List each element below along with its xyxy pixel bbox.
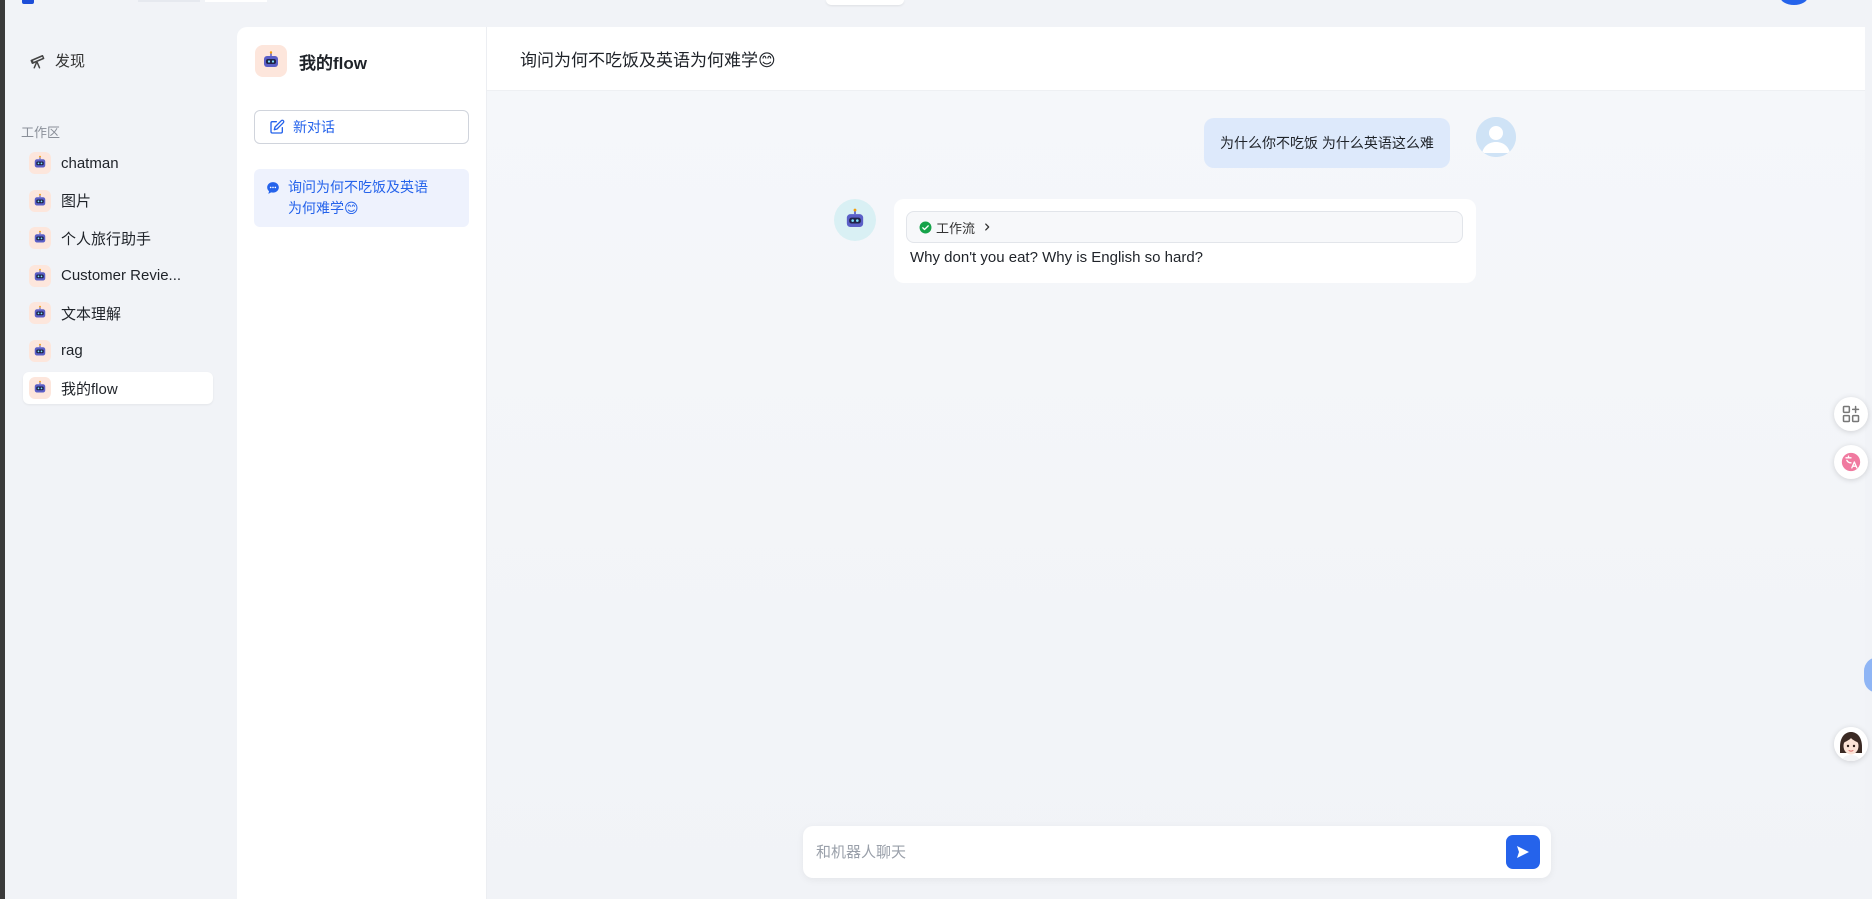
user-message-text: 为什么你不吃饭 为什么英语这么难 [1220,135,1434,151]
translate-button[interactable] [1834,445,1868,479]
top-nav-tab[interactable] [205,0,267,2]
robot-icon [29,152,51,174]
workflow-status-toggle[interactable]: 工作流 [906,211,1463,243]
chat-title: 询问为何不吃饭及英语为何难学😊 [487,27,1865,91]
chat-main: 询问为何不吃饭及英语为何难学😊 为什么你不吃饭 为什么英语这么难 工作流 Why… [487,27,1865,899]
translate-icon [1841,452,1861,472]
app-item-text-understanding[interactable]: 文本理解 [23,297,213,329]
app-list: chatman 图片 个人旅行助手 Customer Revie... 文本理解… [23,147,213,410]
send-button[interactable] [1506,835,1540,869]
float-side-handle[interactable] [1864,657,1872,693]
discover-nav-item[interactable]: 发现 [29,50,85,71]
robot-icon [29,339,51,362]
app-item-travel-assistant[interactable]: 个人旅行助手 [23,222,213,254]
app-label: rag [61,342,83,359]
chat-input[interactable] [816,839,1496,865]
app-label: 个人旅行助手 [61,230,152,248]
workspace-section-label: 工作区 [21,125,61,140]
app-grid-button[interactable] [1834,397,1868,431]
conversation-item[interactable]: 询问为何不吃饭及英语为何难学😊 [254,169,469,227]
app-item-rag[interactable]: rag [23,335,213,367]
sidebar: 发现 工作区 chatman 图片 个人旅行助手 Customer Revie.… [5,18,230,899]
chevron-right-icon [985,223,990,231]
app-label: 文本理解 [61,305,122,323]
chat-input-box [803,826,1551,878]
robot-icon [29,377,51,399]
robot-icon [29,189,51,212]
robot-icon [846,208,864,227]
robot-icon [29,302,51,324]
assistant-avatar-icon [1834,727,1868,761]
conversation-panel: 我的flow 新对话 询问为何不吃饭及英语为何难学😊 [237,27,487,899]
top-user-avatar[interactable] [1780,0,1808,5]
top-logo [22,0,34,4]
app-item-images[interactable]: 图片 [23,185,213,217]
workflow-label: 工作流 [936,220,976,236]
robot-icon [29,264,51,287]
app-label: Customer Revie... [61,267,182,284]
app-item-my-flow[interactable]: 我的flow [23,372,213,404]
conversation-item-title: 询问为何不吃饭及英语为何难学😊 [288,179,428,216]
new-chat-button[interactable]: 新对话 [254,110,469,144]
chat-bubble-icon [267,182,279,194]
app-label: chatman [61,154,119,172]
new-chat-label: 新对话 [293,119,335,135]
assistant-button[interactable] [1834,727,1868,761]
discover-label: 发现 [55,53,86,70]
app-label: 我的flow [61,380,118,398]
top-center-control[interactable] [826,0,904,5]
app-grid-icon [1842,405,1860,423]
message-list: 为什么你不吃饭 为什么英语这么难 工作流 Why don't you eat? … [487,91,1865,899]
app-title: 我的flow [299,53,367,73]
user-avatar-icon [1476,117,1516,157]
robot-icon [255,45,287,77]
bot-message-text: Why don't you eat? Why is English so har… [910,249,1204,266]
telescope-icon [30,54,45,68]
top-nav-tab[interactable] [138,0,200,2]
send-icon [1517,846,1529,858]
edit-icon [270,119,285,134]
app-label: 图片 [61,193,92,210]
bot-avatar [834,199,876,241]
conversation-panel-header: 我的flow [255,45,367,77]
user-message: 为什么你不吃饭 为什么英语这么难 [1204,118,1450,168]
bot-message: 工作流 Why don't you eat? Why is English so… [894,199,1476,283]
app-item-customer-review[interactable]: Customer Revie... [23,260,213,292]
robot-icon [29,227,51,249]
user-avatar [1476,117,1516,157]
app-item-chatman[interactable]: chatman [23,147,213,179]
check-circle-icon [919,221,932,233]
